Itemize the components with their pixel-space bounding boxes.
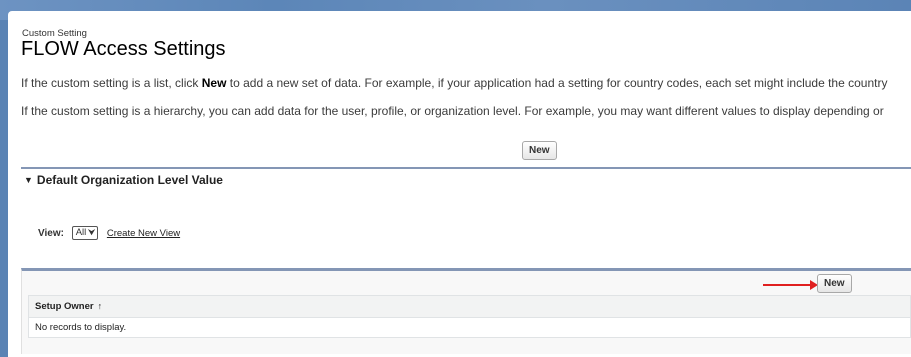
collapse-triangle-icon[interactable]: ▼ — [24, 175, 33, 185]
page-title: FLOW Access Settings — [21, 38, 226, 60]
hierarchy-instruction-text: If the custom setting is a hierarchy, yo… — [21, 104, 884, 118]
sort-ascending-icon: ↑ — [97, 301, 103, 311]
section-divider — [21, 167, 911, 169]
list-instruction-text: If the custom setting is a list, click N… — [21, 76, 887, 90]
view-label: View: — [38, 227, 64, 239]
custom-setting-panel: Custom Setting FLOW Access Settings If t… — [8, 11, 911, 357]
section-title: Default Organization Level Value — [36, 173, 223, 187]
column-header-label: Setup Owner — [35, 301, 94, 312]
red-arrow-icon — [763, 280, 818, 290]
new-button-list[interactable]: New — [817, 274, 852, 293]
view-selector-row: View: All ⮟ Create New View — [38, 226, 180, 240]
view-select[interactable]: All ⮟ — [71, 226, 99, 240]
new-button-top[interactable]: New — [522, 141, 557, 160]
section-header[interactable]: ▼ Default Organization Level Value — [24, 173, 223, 187]
empty-table-message: No records to display. — [28, 318, 911, 338]
create-new-view-link[interactable]: Create New View — [107, 228, 180, 239]
column-header-setup-owner[interactable]: Setup Owner ↑ — [28, 295, 911, 318]
chevron-down-icon: ⮟ — [88, 228, 96, 237]
arrow-shaft — [763, 284, 813, 286]
list-instruction-prefix: If the custom setting is a list, click — [21, 76, 202, 90]
records-table: Setup Owner ↑ No records to display. — [28, 295, 911, 338]
list-instruction-bold: New — [201, 76, 227, 90]
view-select-value: All — [75, 227, 87, 238]
list-instruction-suffix: to add a new set of data. For example, i… — [226, 76, 888, 90]
